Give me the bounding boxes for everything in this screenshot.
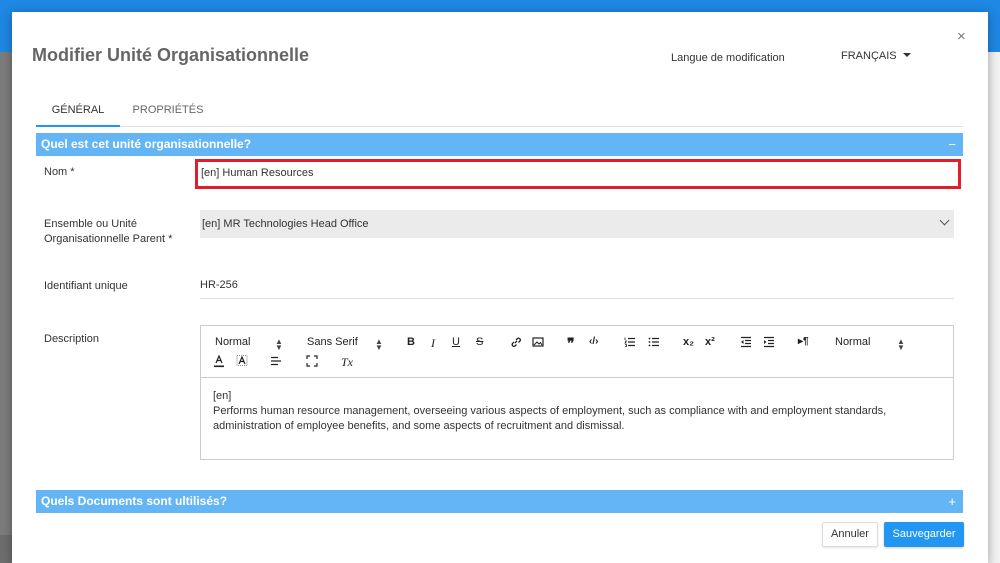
uid-value: HR-256	[200, 279, 238, 291]
superscript-button[interactable]: x²	[705, 336, 715, 348]
expand-icon: +	[948, 494, 956, 509]
parent-label-line1: Ensemble ou Unité	[44, 218, 137, 230]
bold-button[interactable]: B	[407, 336, 415, 348]
image-icon	[532, 337, 544, 347]
indent-button[interactable]	[763, 336, 775, 351]
parent-unit-select[interactable]: [en] MR Technologies Head Office	[200, 210, 954, 238]
uid-label: Identifiant unique	[44, 280, 128, 292]
chevron-down-icon	[939, 215, 950, 226]
updown-icon: ▼	[897, 343, 905, 352]
language-label: Langue de modification	[671, 52, 785, 64]
language-value: FRANÇAIS	[841, 50, 897, 62]
strike-button[interactable]: S	[476, 336, 483, 348]
tab-properties[interactable]: PROPRIÉTÉS	[122, 100, 214, 127]
header-select[interactable]: Normal	[215, 336, 250, 348]
parent-label: Ensemble ou Unité Organisationnelle Pare…	[44, 217, 172, 247]
background-panel-left	[0, 535, 12, 563]
rich-text-editor: Normal ▲ ▼ Sans Serif ▲ ▼ B I U S ❞ ‹/›	[200, 325, 954, 460]
text-color-button[interactable]	[213, 354, 225, 371]
subscript-button[interactable]: x₂	[683, 336, 694, 348]
editor-toolbar: Normal ▲ ▼ Sans Serif ▲ ▼ B I U S ❞ ‹/›	[201, 326, 953, 378]
close-icon[interactable]: ×	[957, 28, 966, 45]
background-color-button[interactable]	[236, 355, 248, 371]
section-header-general[interactable]: Quel est cet unité organisationnelle? −	[36, 133, 963, 156]
tab-general[interactable]: GÉNÉRAL	[36, 100, 120, 127]
updown-icon: ▼	[375, 343, 383, 352]
outdent-icon	[741, 336, 751, 348]
underline-button[interactable]: U	[452, 336, 460, 348]
save-button[interactable]: Sauvegarder	[884, 522, 964, 547]
text-color-icon	[214, 354, 224, 368]
clear-format-button[interactable]: Tx	[341, 355, 353, 370]
image-button[interactable]	[532, 336, 544, 351]
align-left-icon	[271, 356, 281, 366]
section-title: Quel est cet unité organisationnelle?	[41, 137, 252, 151]
description-label: Description	[44, 333, 100, 345]
fullscreen-icon	[306, 355, 318, 367]
editor-content[interactable]: [en] Performs human resource management,…	[213, 389, 943, 434]
section-header-documents[interactable]: Quels Documents sont ultilisés? +	[36, 490, 963, 513]
editor-content-line: [en]	[213, 390, 232, 402]
parent-label-line2: Organisationnelle Parent *	[44, 233, 173, 245]
ordered-list-icon	[624, 337, 635, 347]
section-title: Quels Documents sont ultilisés?	[41, 494, 228, 508]
italic-button[interactable]: I	[431, 336, 435, 351]
updown-icon: ▼	[275, 343, 283, 352]
align-button[interactable]	[270, 355, 282, 370]
link-icon	[511, 337, 521, 347]
background-color-icon	[236, 355, 248, 366]
caret-down-icon	[902, 53, 911, 57]
nom-input[interactable]: [en] Human Resources	[195, 159, 961, 189]
editor-content-paragraph: Performs human resource management, over…	[213, 405, 887, 432]
code-button[interactable]: ‹/›	[589, 336, 598, 347]
indent-icon	[764, 336, 774, 348]
modal-title: Modifier Unité Organisationnelle	[32, 45, 310, 65]
outdent-button[interactable]	[740, 336, 752, 351]
size-select[interactable]: Normal	[835, 336, 870, 348]
background-panel	[988, 52, 1000, 563]
blockquote-button[interactable]: ❞	[567, 335, 575, 352]
bullet-list-button[interactable]	[648, 336, 660, 351]
text-direction-button[interactable]: ▸¶	[798, 336, 809, 347]
parent-unit-value: [en] MR Technologies Head Office	[202, 218, 369, 230]
uid-underline	[200, 298, 954, 299]
ordered-list-button[interactable]	[624, 336, 636, 351]
language-dropdown[interactable]: FRANÇAIS	[841, 50, 911, 62]
cancel-button[interactable]: Annuler	[822, 522, 878, 547]
link-button[interactable]	[510, 336, 522, 351]
bullet-list-icon	[648, 337, 659, 347]
fullscreen-button[interactable]	[306, 355, 318, 370]
nom-label: Nom *	[44, 166, 75, 178]
tab-bar: GÉNÉRAL PROPRIÉTÉS	[36, 100, 963, 127]
edit-org-unit-modal: Modifier Unité Organisationnelle × Langu…	[12, 12, 988, 563]
collapse-icon: −	[948, 137, 956, 152]
font-select[interactable]: Sans Serif	[307, 336, 358, 348]
